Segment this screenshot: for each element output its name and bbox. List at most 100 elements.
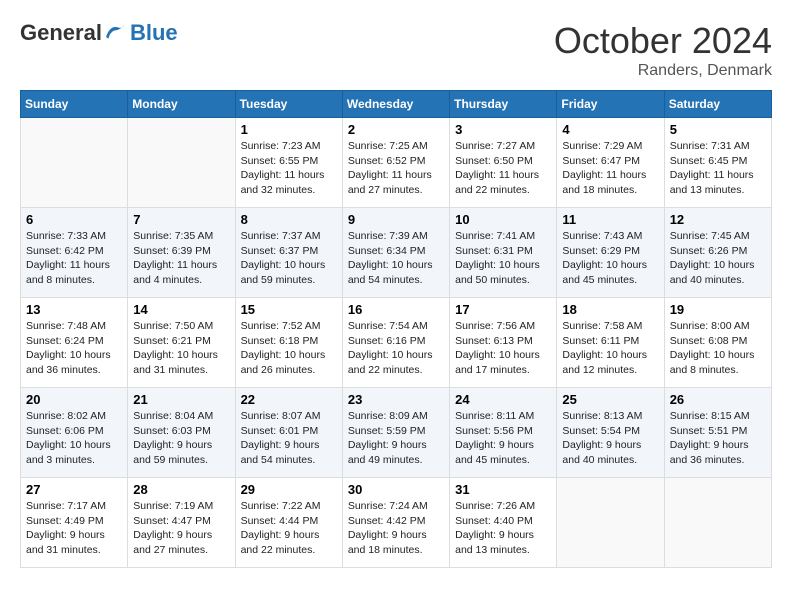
page-header: General Blue October 2024 Randers, Denma… [20,20,772,80]
day-number: 31 [455,482,551,497]
cell-info: Sunrise: 7:50 AMSunset: 6:21 PMDaylight:… [133,319,229,378]
calendar-table: SundayMondayTuesdayWednesdayThursdayFrid… [20,90,772,568]
cell-info: Sunrise: 7:31 AMSunset: 6:45 PMDaylight:… [670,139,766,198]
cell-info: Sunrise: 8:04 AMSunset: 6:03 PMDaylight:… [133,409,229,468]
cell-info: Sunrise: 7:35 AMSunset: 6:39 PMDaylight:… [133,229,229,288]
cell-info: Sunrise: 7:24 AMSunset: 4:42 PMDaylight:… [348,499,444,558]
cell-info: Sunrise: 7:43 AMSunset: 6:29 PMDaylight:… [562,229,658,288]
day-number: 11 [562,212,658,227]
cell-info: Sunrise: 7:29 AMSunset: 6:47 PMDaylight:… [562,139,658,198]
calendar-cell: 21Sunrise: 8:04 AMSunset: 6:03 PMDayligh… [128,388,235,478]
calendar-cell: 28 Sunrise: 7:19 AMSunset: 4:47 PMDayligh… [128,478,235,568]
weekday-header: Monday [128,91,235,118]
weekday-header: Wednesday [342,91,449,118]
logo-general: General [20,20,102,46]
day-number: 16 [348,302,444,317]
cell-info: Sunrise: 7:37 AMSunset: 6:37 PMDaylight:… [241,229,337,288]
day-number: 22 [241,392,337,407]
calendar-cell [128,118,235,208]
calendar-cell: 29 Sunrise: 7:22 AMSunset: 4:44 PMDayligh… [235,478,342,568]
cell-info: Sunrise: 7:23 AMSunset: 6:55 PMDaylight:… [241,139,337,198]
calendar-cell [664,478,771,568]
cell-info: Sunrise: 7:22 AMSunset: 4:44 PMDaylight:… [241,499,337,558]
day-number: 9 [348,212,444,227]
cell-info: Sunrise: 8:15 AMSunset: 5:51 PMDaylight:… [670,409,766,468]
logo: General Blue [20,20,178,46]
cell-info: Sunrise: 8:11 AMSunset: 5:56 PMDaylight:… [455,409,551,468]
calendar-cell: 11 Sunrise: 7:43 AMSunset: 6:29 PMDayligh… [557,208,664,298]
cell-info: Sunrise: 7:52 AMSunset: 6:18 PMDaylight:… [241,319,337,378]
calendar-cell: 25Sunrise: 8:13 AMSunset: 5:54 PMDayligh… [557,388,664,478]
calendar-cell: 22 Sunrise: 8:07 AMSunset: 6:01 PMDayligh… [235,388,342,478]
calendar-cell: 18 Sunrise: 7:58 AMSunset: 6:11 PMDayligh… [557,298,664,388]
cell-info: Sunrise: 7:56 AMSunset: 6:13 PMDaylight:… [455,319,551,378]
calendar-cell: 24Sunrise: 8:11 AMSunset: 5:56 PMDayligh… [450,388,557,478]
day-number: 17 [455,302,551,317]
day-number: 10 [455,212,551,227]
weekday-header: Friday [557,91,664,118]
day-number: 2 [348,122,444,137]
calendar-week-row: 13 Sunrise: 7:48 AMSunset: 6:24 PMDayligh… [21,298,772,388]
day-number: 27 [26,482,122,497]
calendar-cell: 19Sunrise: 8:00 AMSunset: 6:08 PMDayligh… [664,298,771,388]
day-number: 30 [348,482,444,497]
day-number: 23 [348,392,444,407]
calendar-cell: 30 Sunrise: 7:24 AMSunset: 4:42 PMDayligh… [342,478,449,568]
weekday-header-row: SundayMondayTuesdayWednesdayThursdayFrid… [21,91,772,118]
calendar-week-row: 20 Sunrise: 8:02 AMSunset: 6:06 PMDayligh… [21,388,772,478]
cell-info: Sunrise: 8:09 AMSunset: 5:59 PMDaylight:… [348,409,444,468]
location-title: Randers, Denmark [554,62,772,80]
cell-info: Sunrise: 7:58 AMSunset: 6:11 PMDaylight:… [562,319,658,378]
day-number: 4 [562,122,658,137]
calendar-cell: 27 Sunrise: 7:17 AMSunset: 4:49 PMDayligh… [21,478,128,568]
day-number: 3 [455,122,551,137]
calendar-week-row: 1 Sunrise: 7:23 AMSunset: 6:55 PMDaylight… [21,118,772,208]
calendar-cell: 7 Sunrise: 7:35 AMSunset: 6:39 PMDaylight… [128,208,235,298]
calendar-cell: 14 Sunrise: 7:50 AMSunset: 6:21 PMDayligh… [128,298,235,388]
calendar-cell: 10 Sunrise: 7:41 AMSunset: 6:31 PMDayligh… [450,208,557,298]
weekday-header: Thursday [450,91,557,118]
logo-blue: Blue [130,20,178,46]
cell-info: Sunrise: 7:19 AMSunset: 4:47 PMDaylight:… [133,499,229,558]
day-number: 28 [133,482,229,497]
calendar-cell: 17 Sunrise: 7:56 AMSunset: 6:13 PMDayligh… [450,298,557,388]
calendar-cell: 5 Sunrise: 7:31 AMSunset: 6:45 PMDaylight… [664,118,771,208]
cell-info: Sunrise: 8:07 AMSunset: 6:01 PMDaylight:… [241,409,337,468]
cell-info: Sunrise: 7:17 AMSunset: 4:49 PMDaylight:… [26,499,122,558]
cell-info: Sunrise: 8:13 AMSunset: 5:54 PMDaylight:… [562,409,658,468]
cell-info: Sunrise: 7:45 AMSunset: 6:26 PMDaylight:… [670,229,766,288]
cell-info: Sunrise: 7:41 AMSunset: 6:31 PMDaylight:… [455,229,551,288]
day-number: 7 [133,212,229,227]
calendar-cell: 20 Sunrise: 8:02 AMSunset: 6:06 PMDayligh… [21,388,128,478]
logo-bird-icon [102,21,126,45]
cell-info: Sunrise: 7:33 AMSunset: 6:42 PMDaylight:… [26,229,122,288]
day-number: 29 [241,482,337,497]
day-number: 1 [241,122,337,137]
cell-info: Sunrise: 7:48 AMSunset: 6:24 PMDaylight:… [26,319,122,378]
weekday-header: Sunday [21,91,128,118]
calendar-cell: 2 Sunrise: 7:25 AMSunset: 6:52 PMDaylight… [342,118,449,208]
month-title: October 2024 [554,20,772,62]
calendar-cell: 12Sunrise: 7:45 AMSunset: 6:26 PMDayligh… [664,208,771,298]
calendar-cell: 23 Sunrise: 8:09 AMSunset: 5:59 PMDayligh… [342,388,449,478]
calendar-cell: 3Sunrise: 7:27 AMSunset: 6:50 PMDaylight… [450,118,557,208]
cell-info: Sunrise: 8:00 AMSunset: 6:08 PMDaylight:… [670,319,766,378]
day-number: 18 [562,302,658,317]
day-number: 26 [670,392,766,407]
cell-info: Sunrise: 7:54 AMSunset: 6:16 PMDaylight:… [348,319,444,378]
calendar-cell: 4 Sunrise: 7:29 AMSunset: 6:47 PMDaylight… [557,118,664,208]
calendar-cell: 1 Sunrise: 7:23 AMSunset: 6:55 PMDaylight… [235,118,342,208]
day-number: 13 [26,302,122,317]
cell-info: Sunrise: 8:02 AMSunset: 6:06 PMDaylight:… [26,409,122,468]
calendar-cell: 6Sunrise: 7:33 AMSunset: 6:42 PMDaylight… [21,208,128,298]
calendar-week-row: 27 Sunrise: 7:17 AMSunset: 4:49 PMDayligh… [21,478,772,568]
cell-info: Sunrise: 7:25 AMSunset: 6:52 PMDaylight:… [348,139,444,198]
day-number: 14 [133,302,229,317]
calendar-week-row: 6Sunrise: 7:33 AMSunset: 6:42 PMDaylight… [21,208,772,298]
day-number: 20 [26,392,122,407]
calendar-cell: 8Sunrise: 7:37 AMSunset: 6:37 PMDaylight… [235,208,342,298]
day-number: 15 [241,302,337,317]
calendar-cell: 15 Sunrise: 7:52 AMSunset: 6:18 PMDayligh… [235,298,342,388]
cell-info: Sunrise: 7:26 AMSunset: 4:40 PMDaylight:… [455,499,551,558]
day-number: 5 [670,122,766,137]
